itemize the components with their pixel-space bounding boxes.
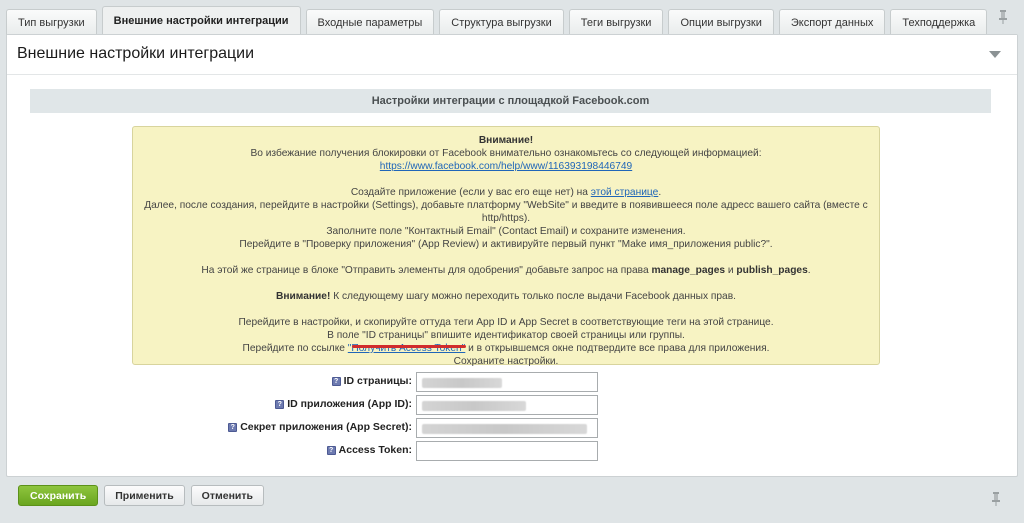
tab-input-parameters[interactable]: Входные параметры xyxy=(305,9,435,35)
help-icon[interactable]: ? xyxy=(331,376,341,386)
help-icon[interactable]: ? xyxy=(275,399,285,409)
app-id-field[interactable] xyxy=(416,395,598,415)
highlight-underline xyxy=(352,345,466,348)
create-app-link[interactable]: этой странице xyxy=(591,187,659,198)
access-token-field[interactable] xyxy=(416,441,598,461)
collapse-arrow-icon[interactable] xyxy=(989,51,1001,58)
page-id-label: ID страницы: xyxy=(343,375,412,387)
tab-export-tags[interactable]: Теги выгрузки xyxy=(568,9,664,35)
notice-line-11: Сохраните настройки. xyxy=(453,356,559,367)
section-title: Настройки интеграции с площадкой Faceboo… xyxy=(30,89,991,113)
notice-line-5: Перейдите в "Проверку приложения" (App R… xyxy=(239,239,773,250)
redacted-value xyxy=(422,401,526,411)
notice-line-3: Далее, после создания, перейдите в настр… xyxy=(144,200,868,224)
panel-header: Внешние настройки интеграции xyxy=(7,35,1017,75)
cancel-button[interactable]: Отменить xyxy=(190,485,264,506)
redacted-value xyxy=(422,378,502,388)
notice-line-8: Перейдите в настройки, и скопируйте отту… xyxy=(238,317,774,328)
help-icon[interactable]: ? xyxy=(326,445,336,455)
notice-box: Внимание! Во избежание получения блокиро… xyxy=(132,126,880,367)
page-id-row: ? ID страницы: xyxy=(7,372,1019,392)
notice-line-4: Заполните поле "Контактный Email" (Conta… xyxy=(326,226,686,237)
app-secret-row: ? Секрет приложения (App Secret): xyxy=(7,418,1019,438)
tab-bar: Тип выгрузки Внешние настройки интеграци… xyxy=(6,5,1024,35)
notice-line-1: Во избежание получения блокировки от Fac… xyxy=(250,148,762,159)
tab-export-type[interactable]: Тип выгрузки xyxy=(6,9,97,35)
notice-line-6: На этой же странице в блоке "Отправить э… xyxy=(201,265,811,276)
footer-buttons: Сохранить Применить Отменить xyxy=(18,485,270,506)
tab-export-options[interactable]: Опции выгрузки xyxy=(668,9,774,35)
app-id-label: ID приложения (App ID): xyxy=(287,398,412,410)
redacted-value xyxy=(422,424,587,434)
app-secret-label: Секрет приложения (App Secret): xyxy=(240,421,412,433)
pin-icon[interactable] xyxy=(991,492,1001,506)
tab-export-structure[interactable]: Структура выгрузки xyxy=(439,9,564,35)
save-button[interactable]: Сохранить xyxy=(18,485,99,506)
notice-line-7: Внимание! К следующему шагу можно перехо… xyxy=(276,291,736,302)
help-icon[interactable]: ? xyxy=(228,422,238,432)
settings-panel: Внешние настройки интеграции Настройки и… xyxy=(6,34,1018,477)
facebook-help-link[interactable]: https://www.facebook.com/help/www/116393… xyxy=(380,161,632,172)
notice-attention: Внимание! xyxy=(478,135,534,146)
app-id-row: ? ID приложения (App ID): xyxy=(7,395,1019,415)
tab-data-export[interactable]: Экспорт данных xyxy=(778,9,886,35)
access-token-row: ? Access Token: xyxy=(7,441,1019,461)
app-secret-field[interactable] xyxy=(416,418,598,438)
access-token-label: Access Token: xyxy=(338,444,412,456)
tab-external-integration-settings[interactable]: Внешние настройки интеграции xyxy=(101,6,301,35)
notice-line-10: Перейдите по ссылке "Получить Access Tok… xyxy=(242,343,770,354)
apply-button[interactable]: Применить xyxy=(104,485,185,506)
tab-support[interactable]: Техподдержка xyxy=(890,9,988,35)
notice-line-9: В поле "ID страницы" впишите идентификат… xyxy=(327,330,685,341)
page-id-field[interactable] xyxy=(416,372,598,392)
panel-title: Внешние настройки интеграции xyxy=(17,45,255,62)
pin-icon[interactable] xyxy=(998,10,1008,24)
notice-line-2: Создайте приложение (если у вас его еще … xyxy=(350,187,662,198)
